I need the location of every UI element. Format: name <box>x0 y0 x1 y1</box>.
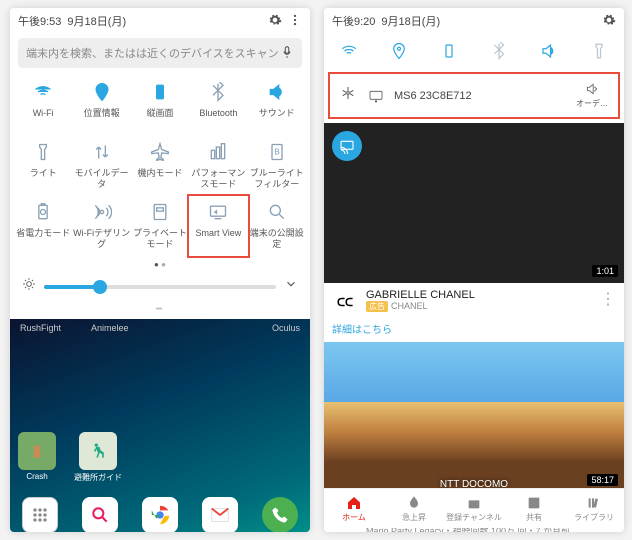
widget-badge[interactable]: Oculus <box>272 323 300 333</box>
device-icon <box>368 88 384 104</box>
qs-tile-bluetooth[interactable]: Bluetooth <box>189 76 247 136</box>
phone-icon[interactable] <box>262 497 298 532</box>
quick-settings-grid: Wi-Fi位置情報縦画面Bluetoothサウンドライトモバイルデータ機内モード… <box>10 72 310 256</box>
video-duration: 1:01 <box>592 265 618 277</box>
app-crash[interactable]: Crash <box>18 432 56 483</box>
app-evacuation-guide[interactable]: 避難所ガイド <box>74 432 122 483</box>
app-drawer-icon[interactable] <box>22 497 58 532</box>
details-link[interactable]: 詳細はこちら <box>324 321 624 342</box>
dock <box>10 497 310 532</box>
date: 9月18日(月) <box>67 13 126 29</box>
brightness-slider[interactable] <box>44 285 276 289</box>
search-placeholder: 端末内を検索、またはは近くのデバイスをスキャン <box>26 45 279 61</box>
chrome-icon[interactable] <box>142 497 178 532</box>
qs-tile-performance[interactable]: パフォーマンスモード <box>189 136 247 196</box>
video-title: GABRIELLE CHANEL <box>366 289 475 301</box>
smartview-cast-row[interactable]: MS6 23C8E712 オーデ… <box>330 74 618 117</box>
ad-badge: 広告 <box>366 301 388 312</box>
widget-badge[interactable]: Animelee <box>91 323 129 333</box>
clock: 午後9:20 <box>332 13 375 29</box>
settings-gear-icon[interactable] <box>602 13 616 30</box>
channel-name: CHANEL <box>391 301 428 311</box>
qs-tile-sound[interactable]: サウンド <box>248 76 306 136</box>
overflow-icon[interactable] <box>288 13 302 30</box>
qs-tile-flashlight[interactable]: ライト <box>14 136 72 196</box>
bottomnav-subs[interactable]: 登録チャンネル <box>444 489 504 528</box>
bottom-nav: ホーム急上昇登録チャンネル共有ライブラリ <box>324 488 624 528</box>
audio-output[interactable]: オーデ… <box>576 82 608 109</box>
qs-tile-rotation[interactable]: 縦画面 <box>131 76 189 136</box>
bluetooth-icon[interactable] <box>488 40 510 62</box>
phone-youtube-cast: 午後9:20 9月18日(月) MS6 23C8E712 オーデ… 1:01 <box>324 8 624 532</box>
bottomnav-home[interactable]: ホーム <box>324 489 384 528</box>
channel-avatar[interactable]: ᑕᑕ <box>332 289 358 315</box>
qs-tile-power-save[interactable]: 省電力モード <box>14 196 72 256</box>
clock: 午後9:53 <box>18 13 61 29</box>
qs-tile-airplane[interactable]: 機内モード <box>131 136 189 196</box>
panel-handle[interactable]: ━ <box>10 302 310 319</box>
search-field[interactable]: 端末内を検索、またはは近くのデバイスをスキャン <box>18 38 302 68</box>
cast-active-icon[interactable] <box>332 131 362 161</box>
video-thumbnail-1[interactable]: 1:01 <box>324 123 624 283</box>
video-thumbnail-2[interactable]: 58:17 <box>324 342 624 492</box>
status-bar: 午後9:53 9月18日(月) <box>10 8 310 34</box>
mic-icon[interactable] <box>280 45 294 62</box>
qs-tile-mobile-data[interactable]: モバイルデータ <box>72 136 130 196</box>
settings-gear-icon[interactable] <box>268 13 282 30</box>
date: 9月18日(月) <box>381 13 440 29</box>
video-duration: 58:17 <box>587 474 618 486</box>
gmail-icon[interactable] <box>202 497 238 532</box>
bottomnav-library[interactable]: ライブラリ <box>564 489 624 528</box>
qs-tile-visibility[interactable]: 端末の公開設定 <box>248 196 306 256</box>
qs-tile-private[interactable]: プライベートモード <box>131 196 189 256</box>
quick-settings-row <box>324 34 624 68</box>
status-bar: 午後9:20 9月18日(月) <box>324 8 624 34</box>
widget-badge[interactable]: RushFight <box>20 323 61 333</box>
auto-brightness-icon[interactable] <box>22 277 36 296</box>
rotation-icon[interactable] <box>438 40 460 62</box>
qs-tile-tether[interactable]: Wi-Fiテザリング <box>72 196 130 256</box>
brightness-row <box>10 273 310 302</box>
qs-tile-smartview[interactable]: Smart View <box>189 196 247 256</box>
bottomnav-share[interactable]: 共有 <box>504 489 564 528</box>
bottomnav-trending[interactable]: 急上昇 <box>384 489 444 528</box>
sound-icon[interactable] <box>538 40 560 62</box>
smartview-icon <box>340 85 356 106</box>
location-icon[interactable] <box>388 40 410 62</box>
video-info-1[interactable]: ᑕᑕ GABRIELLE CHANEL 広告CHANEL ⋮ <box>324 283 624 321</box>
search-app-icon[interactable] <box>82 497 118 532</box>
overflow-icon[interactable]: ⋮ <box>600 289 616 315</box>
home-screen: RushFight Animelee Oculus Crash 避難所ガイド <box>10 319 310 532</box>
page-indicator: ● ● <box>10 256 310 273</box>
flashlight-icon[interactable] <box>588 40 610 62</box>
qs-tile-wifi[interactable]: Wi-Fi <box>14 76 72 136</box>
cast-device-name: MS6 23C8E712 <box>394 90 472 102</box>
wifi-icon[interactable] <box>338 40 360 62</box>
svg-text:B: B <box>274 147 280 157</box>
qs-tile-bluelight[interactable]: Bブルーライトフィルター <box>248 136 306 196</box>
qs-tile-location[interactable]: 位置情報 <box>72 76 130 136</box>
expand-chevron-icon[interactable] <box>284 277 298 296</box>
phone-quick-settings: 午後9:53 9月18日(月) 端末内を検索、またはは近くのデバイスをスキャン … <box>10 8 310 532</box>
